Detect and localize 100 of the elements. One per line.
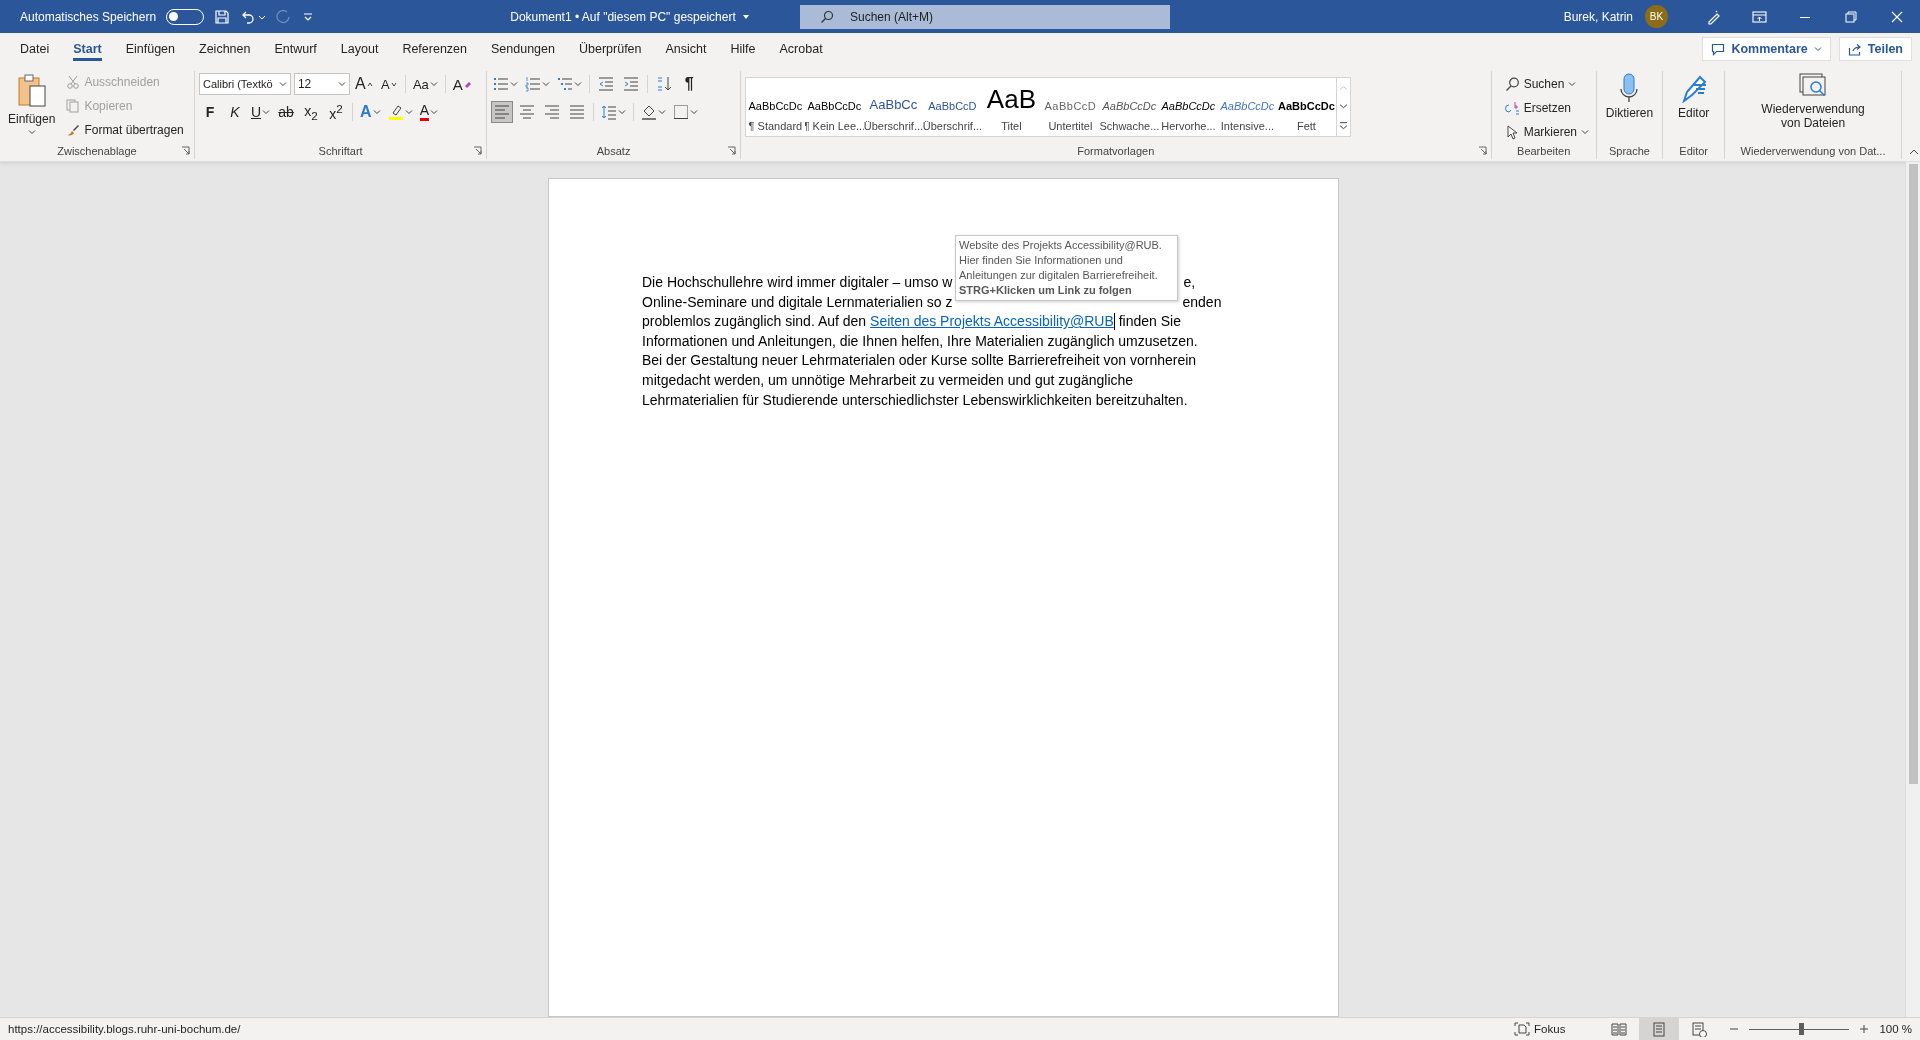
style-item[interactable]: AaBbCcDc Hervorhe...	[1158, 78, 1218, 136]
style-item[interactable]: AaB Titel	[981, 78, 1041, 136]
shrink-font-button[interactable]: A	[377, 73, 400, 95]
style-item[interactable]: AaBbCcDc Intensive...	[1217, 78, 1277, 136]
font-name-field[interactable]: Calibri (Textkö	[198, 73, 291, 95]
hyperlink[interactable]: Seiten des Projekts Accessibility@RUB	[870, 312, 1114, 332]
menu-tab[interactable]: Zeichnen	[187, 33, 263, 65]
vertical-scrollbar[interactable]	[1905, 162, 1920, 1017]
text-effects-button[interactable]: A	[358, 101, 383, 123]
menu-tab[interactable]: Acrobat	[767, 33, 835, 65]
restore-icon[interactable]	[1842, 8, 1860, 25]
menu-tab[interactable]: Layout	[328, 33, 391, 65]
paste-button[interactable]: Einfügen	[4, 71, 60, 143]
dialog-launcher-icon[interactable]	[180, 146, 190, 155]
zoom-level[interactable]: 100 %	[1879, 1023, 1912, 1035]
zoom-in-icon[interactable]	[1859, 1024, 1870, 1034]
search-field[interactable]: Suchen (Alt+M)	[800, 4, 1170, 29]
book-icon	[1611, 1021, 1628, 1037]
caret-icon	[429, 109, 438, 115]
avatar[interactable]: BK	[1645, 5, 1668, 28]
style-item[interactable]: AaBbCcDc Fett	[1276, 78, 1336, 136]
underline-button[interactable]: U	[248, 101, 273, 123]
dictate-button[interactable]: Diktieren	[1601, 71, 1658, 143]
menu-tab[interactable]: Hilfe	[718, 33, 768, 65]
pen-icon	[1679, 73, 1708, 103]
menu-tab[interactable]: Datei	[8, 33, 62, 65]
bullet-list-icon	[493, 76, 510, 92]
grow-font-button[interactable]: A	[352, 73, 375, 95]
italic-button[interactable]: K	[223, 101, 246, 123]
font-color-button[interactable]: A	[417, 101, 440, 123]
document-text: problemlos zugänglich sind. Auf den Seiten des Projekts Accessibility@RUB finden Sie	[642, 312, 1182, 332]
subscript-button[interactable]: x$_{2}$	[300, 101, 323, 123]
cursor-icon	[1504, 124, 1520, 140]
print-layout-button[interactable]	[1639, 1018, 1680, 1040]
menu-tab[interactable]: Start	[61, 33, 114, 65]
highlighter-icon	[387, 104, 404, 120]
focus-button[interactable]: Fokus	[1508, 1021, 1572, 1037]
select-button[interactable]: Markieren	[1501, 121, 1592, 143]
format-painter-button[interactable]: Format übertragen	[63, 119, 187, 141]
document-search-icon	[1799, 73, 1828, 99]
autosave-label: Automatisches Speichern	[20, 9, 157, 24]
find-button[interactable]: Suchen	[1501, 73, 1592, 95]
menu-tab[interactable]: Überprüfen	[566, 33, 654, 65]
change-case-button[interactable]: Aa	[410, 73, 440, 95]
comment-icon	[1711, 42, 1726, 56]
strikethrough-button[interactable]: ab	[275, 101, 298, 123]
superscript-button[interactable]: x$^{2}$	[325, 101, 348, 123]
dialog-launcher-icon[interactable]	[1477, 146, 1487, 155]
group-label: Schriftart	[318, 145, 363, 157]
slider-thumb[interactable]	[1799, 1023, 1805, 1035]
style-item[interactable]: AaBbCcD Überschrif...	[922, 78, 982, 136]
focus-icon	[1514, 1022, 1531, 1036]
caret-icon	[1813, 46, 1822, 52]
style-item[interactable]: AaBbCcD Untertitel	[1040, 78, 1100, 136]
reuse-files-button[interactable]: Wiederverwendung von Dateien	[1748, 71, 1879, 143]
tooltip-text: Website des Projekts Accessibility@RUB. Hier finden Sie Informationen und Anleitungen zur digitalen Barrierefreiheit.	[959, 238, 1163, 283]
menu-tab[interactable]: Referenzen	[390, 33, 479, 65]
save-icon[interactable]	[214, 8, 231, 25]
show-formatting-button[interactable]: ¶	[678, 73, 701, 95]
align-left-button[interactable]	[491, 101, 514, 123]
document-text: e,	[1183, 273, 1196, 292]
caret-icon	[1581, 129, 1589, 135]
down-caret-icon	[390, 81, 397, 87]
menu-tab[interactable]: Sendungen	[479, 33, 567, 65]
caret-icon	[542, 81, 551, 87]
style-item[interactable]: AaBbCcDc Schwache...	[1099, 78, 1159, 136]
share-icon	[1847, 42, 1862, 56]
bold-button[interactable]: F	[198, 101, 221, 123]
customize-icon[interactable]	[302, 10, 315, 23]
multilevel-list-icon	[557, 76, 574, 92]
document-text: Lehrmaterialien für Studierende unterschiedlichster Lebenswirklichkeiten bereitzuhalten.	[642, 390, 1189, 410]
caret-icon	[1568, 81, 1577, 87]
editor-button[interactable]: Editor	[1674, 71, 1714, 143]
dialog-launcher-icon[interactable]	[473, 146, 483, 155]
paintbrush-icon	[66, 123, 81, 137]
search-icon	[1504, 76, 1520, 92]
comments-button[interactable]: Kommentare	[1702, 37, 1831, 61]
style-item[interactable]: AaBbCcDc ¶ Standard	[745, 78, 805, 136]
caret-icon	[337, 81, 346, 87]
share-button[interactable]: Teilen	[1838, 37, 1912, 61]
menu-tab[interactable]: Einfügen	[113, 33, 188, 65]
document-title[interactable]: Dokument1 • Auf "diesem PC" gespeichert	[510, 9, 736, 24]
group-label: Zwischenablage	[57, 145, 137, 157]
up-caret-icon	[366, 81, 373, 87]
menu-tab[interactable]: Entwurf	[262, 33, 329, 65]
clear-formatting-button[interactable]: A	[450, 73, 474, 95]
copy-icon	[66, 99, 81, 113]
style-item[interactable]: AaBbCc Überschrif...	[863, 78, 923, 136]
dialog-launcher-icon[interactable]	[726, 146, 736, 155]
menu-tab[interactable]: Ansicht	[653, 33, 719, 65]
font-size-field[interactable]: 12	[293, 73, 350, 95]
ribbon-display-icon[interactable]	[1750, 8, 1768, 25]
caret-icon	[404, 109, 413, 115]
align-icon	[519, 104, 536, 120]
collapse-ribbon-icon[interactable]	[1908, 147, 1920, 157]
replace-button[interactable]: Ersetzen	[1501, 97, 1592, 119]
zoom-slider[interactable]	[1747, 1023, 1852, 1035]
caret-icon	[278, 81, 287, 87]
style-item[interactable]: AaBbCcDc ¶ Kein Lee...	[804, 78, 864, 136]
document-text: Informationen und Anleitungen, die Ihnen helfen, Ihre Materialien zugänglich umzusetzen.	[642, 331, 1199, 351]
